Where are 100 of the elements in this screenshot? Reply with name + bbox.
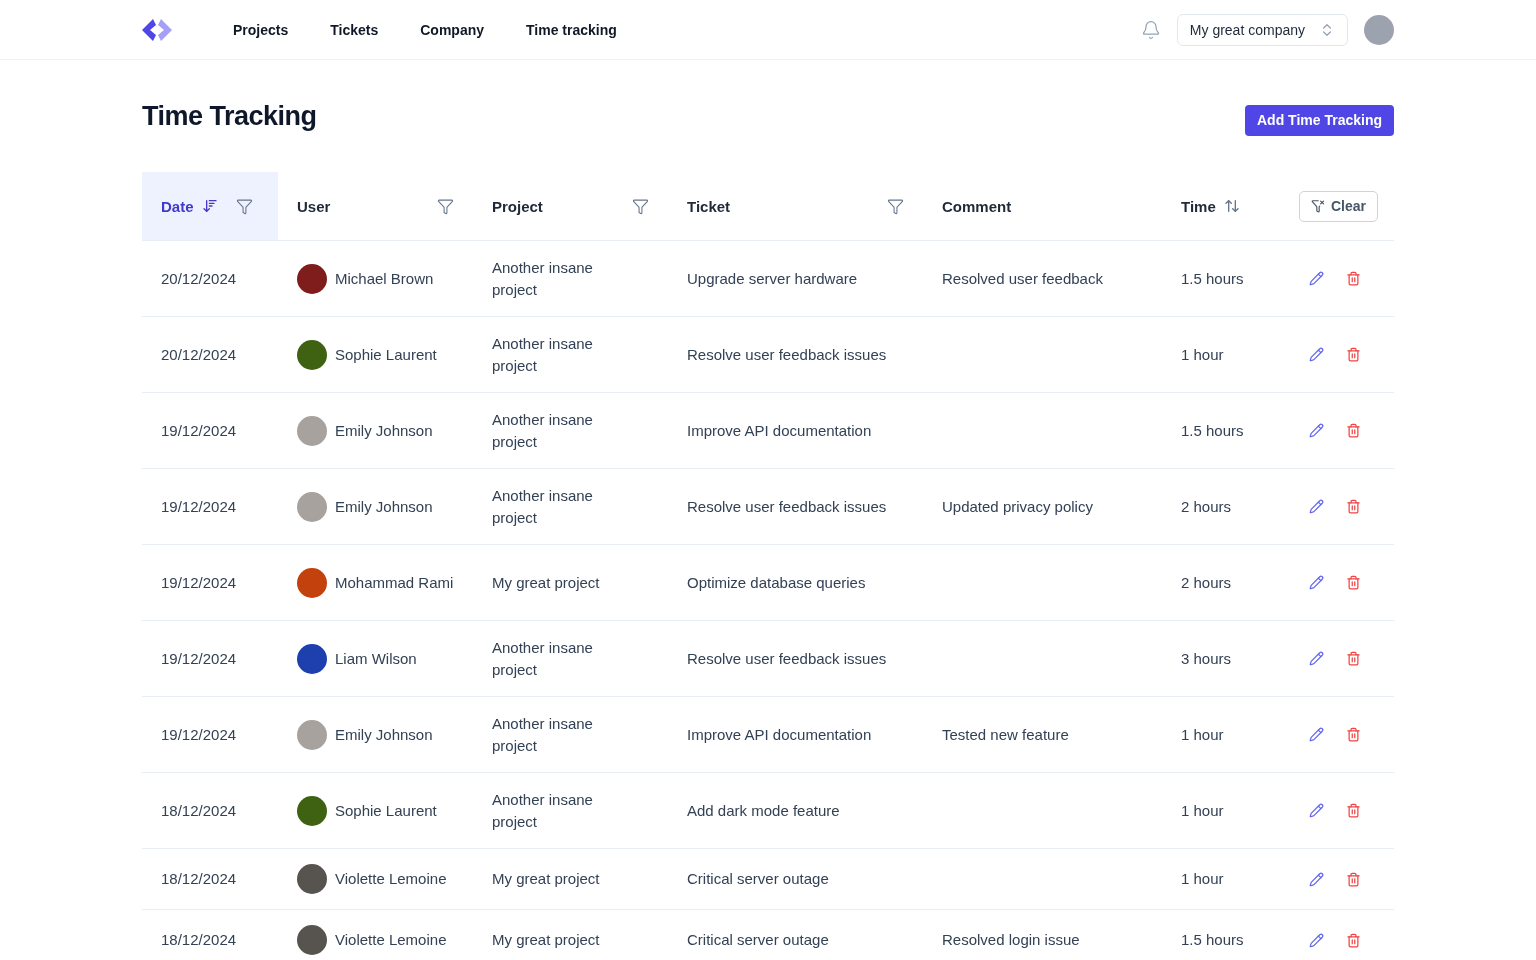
user-avatar: [297, 567, 327, 598]
ticket-name: Resolve user feedback issues: [687, 345, 887, 363]
sort-descending-icon[interactable]: [201, 198, 218, 214]
delete-icon[interactable]: [1346, 575, 1361, 590]
project-name: My great project: [492, 572, 601, 593]
page-title: Time Tracking: [142, 100, 317, 132]
ticket-name: Upgrade server hardware: [687, 269, 858, 287]
time-text: 1.5 hours: [1181, 269, 1244, 287]
delete-icon[interactable]: [1346, 871, 1361, 887]
edit-icon[interactable]: [1309, 932, 1324, 948]
filter-icon[interactable]: [887, 197, 904, 215]
user-avatar: [297, 864, 327, 894]
comment-text: Updated privacy policy: [942, 497, 1093, 515]
project-name: Another insane project: [492, 789, 594, 832]
delete-icon[interactable]: [1346, 347, 1361, 362]
comment-text: Tested new feature: [942, 725, 1069, 743]
project-name: Another insane project: [492, 485, 594, 528]
user-avatar[interactable]: [1364, 14, 1394, 45]
time-text: 1 hour: [1181, 725, 1224, 743]
date-text: 19/12/2024: [161, 649, 237, 667]
comment-text: Resolved login issue: [942, 931, 1080, 948]
nav-link[interactable]: Time tracking: [505, 21, 638, 38]
user-name: Emily Johnson: [335, 496, 433, 517]
column-header[interactable]: User: [278, 172, 473, 241]
time-text: 2 hours: [1181, 497, 1232, 515]
sort-icon[interactable]: [1223, 198, 1240, 214]
user-avatar: [297, 643, 327, 674]
time-text: 1.5 hours: [1181, 931, 1244, 948]
nav-link[interactable]: Projects: [212, 21, 310, 38]
date-text: 18/12/2024: [161, 870, 237, 887]
edit-icon[interactable]: [1309, 499, 1324, 514]
filter-icon[interactable]: [437, 197, 454, 215]
nav-link[interactable]: Company: [399, 21, 506, 38]
delete-icon[interactable]: [1346, 803, 1361, 818]
logo-icon: [142, 18, 172, 41]
edit-icon[interactable]: [1309, 423, 1324, 438]
edit-icon[interactable]: [1309, 871, 1324, 887]
comment-text: Resolved user feedback: [942, 269, 1103, 287]
date-text: 18/12/2024: [161, 801, 237, 819]
edit-icon[interactable]: [1309, 347, 1324, 362]
filter-icon[interactable]: [235, 197, 253, 215]
edit-icon[interactable]: [1309, 575, 1324, 590]
delete-icon[interactable]: [1346, 423, 1361, 438]
delete-icon[interactable]: [1346, 932, 1361, 948]
project-name: Another insane project: [492, 409, 594, 452]
delete-icon[interactable]: [1346, 651, 1361, 666]
date-text: 20/12/2024: [161, 345, 237, 363]
user-name: Michael Brown: [335, 268, 434, 289]
project-name: Another insane project: [492, 637, 594, 680]
add-time-tracking-button[interactable]: Add Time Tracking: [1245, 104, 1394, 136]
user-name: Mohammad Rami: [335, 572, 454, 593]
time-text: 1 hour: [1181, 870, 1224, 887]
edit-icon[interactable]: [1309, 803, 1324, 818]
edit-icon[interactable]: [1309, 651, 1324, 666]
ticket-name: Improve API documentation: [687, 725, 872, 743]
ticket-name: Resolve user feedback issues: [687, 649, 887, 667]
notification-bell-icon[interactable]: [1140, 19, 1161, 40]
user-avatar: [297, 795, 327, 826]
ticket-name: Optimize database queries: [687, 573, 866, 591]
date-text: 19/12/2024: [161, 725, 237, 743]
nav-link[interactable]: Tickets: [309, 21, 400, 38]
user-avatar: [297, 491, 327, 522]
project-name: Another insane project: [492, 257, 594, 300]
date-text: 19/12/2024: [161, 573, 237, 591]
edit-icon[interactable]: [1309, 727, 1324, 742]
user-name: Emily Johnson: [335, 420, 433, 441]
ticket-name: Critical server outage: [687, 870, 829, 887]
project-name: My great project: [492, 930, 601, 950]
project-name: Another insane project: [492, 333, 594, 376]
user-name: Sophie Laurent: [335, 344, 437, 365]
filter-icon[interactable]: [632, 197, 649, 215]
user-name: Emily Johnson: [335, 724, 433, 745]
project-name: Another insane project: [492, 713, 594, 756]
delete-icon[interactable]: [1346, 727, 1361, 742]
user-name: Liam Wilson: [335, 648, 417, 669]
user-name: Violette Lemoine: [335, 869, 447, 889]
company-select[interactable]: My great company: [1176, 13, 1348, 46]
ticket-name: Critical server outage: [687, 931, 829, 948]
clear-filters-button[interactable]: Clear: [1299, 190, 1379, 222]
time-text: 2 hours: [1181, 573, 1232, 591]
user-avatar: [297, 415, 327, 446]
user-name: Violette Lemoine: [335, 930, 447, 950]
date-text: 20/12/2024: [161, 269, 237, 287]
column-header[interactable]: Date: [142, 172, 278, 241]
filter-clear-icon: [1311, 199, 1325, 213]
user-avatar: [297, 339, 327, 370]
user-avatar: [297, 263, 327, 294]
date-text: 19/12/2024: [161, 421, 237, 439]
user-name: Sophie Laurent: [335, 800, 437, 821]
user-avatar: [297, 925, 327, 955]
delete-icon[interactable]: [1346, 271, 1361, 286]
time-text: 1.5 hours: [1181, 421, 1244, 439]
time-text: 1 hour: [1181, 345, 1224, 363]
user-avatar: [297, 719, 327, 750]
project-name: My great project: [492, 869, 601, 889]
edit-icon[interactable]: [1309, 271, 1324, 286]
delete-icon[interactable]: [1346, 499, 1361, 514]
ticket-name: Improve API documentation: [687, 421, 872, 439]
time-text: 1 hour: [1181, 801, 1224, 819]
ticket-name: Resolve user feedback issues: [687, 497, 887, 515]
